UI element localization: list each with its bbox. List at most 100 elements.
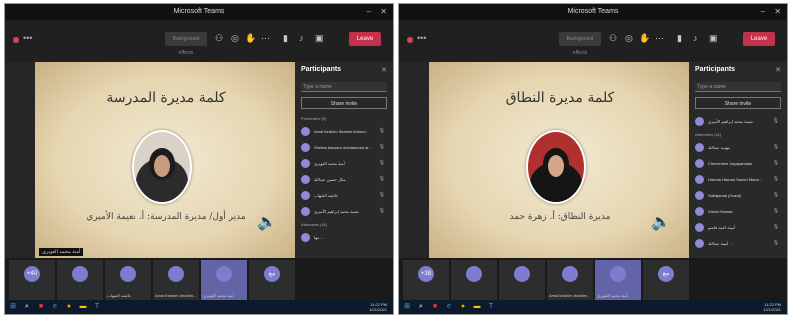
video-strip: +38 Amal Ibrahim Ibrahim... أمنة محمد ال… <box>399 258 787 302</box>
video-tile[interactable]: مع <box>249 260 295 300</box>
tile-name: عائشه الشهاب <box>107 293 132 298</box>
reactions-icon[interactable]: ✋ <box>639 33 650 44</box>
video-tile[interactable]: مع <box>643 260 689 300</box>
participants-panel: Participants ✕ Type a name Share invite … <box>295 62 393 258</box>
background-effects-button[interactable]: Background effects <box>165 32 207 56</box>
participant-row[interactable]: نعيمة محمد إبراهيم الأميري 🎙 <box>301 204 387 220</box>
reactions-icon[interactable]: ✋ <box>245 33 256 44</box>
video-tile[interactable]: عائشه الشهاب <box>105 260 151 300</box>
background-effects-button[interactable]: Background effects <box>559 32 601 56</box>
participants-title: Participants <box>301 66 342 73</box>
participant-row[interactable]: Amal Ibrahim Ibrahim Ahmed... 🎙 <box>301 124 387 140</box>
participant-name: مها ... <box>314 235 324 240</box>
close-panel-icon[interactable]: ✕ <box>775 66 781 74</box>
folder-icon[interactable]: ▬ <box>79 303 87 311</box>
participant-name: أمنة محمد الغويري <box>314 161 345 166</box>
chat-icon[interactable]: ◎ <box>625 33 633 44</box>
participant-row[interactable]: Zahra Hamad 🎙 <box>695 204 781 220</box>
search-icon[interactable]: ⌕ <box>23 303 31 311</box>
camera-icon[interactable]: ▮ <box>283 33 288 44</box>
taskbar: ⊞ ⌕ ■ e ● ▬ T 11:22 PM 1/21/2021 <box>399 300 787 314</box>
mic-icon: 🎙 <box>772 224 779 230</box>
more-icon[interactable]: ⋯ <box>261 33 270 44</box>
leave-button[interactable]: Leave <box>349 32 381 46</box>
mic-icon: 🎙 <box>378 192 385 198</box>
people-icon[interactable]: ⚇ <box>609 33 617 44</box>
participant-row[interactable]: مها ... <box>301 230 387 246</box>
portrait-photo <box>526 130 586 204</box>
video-tile[interactable]: Amal Ibrahim Ibrahim... <box>153 260 199 300</box>
app-icon[interactable]: ■ <box>431 303 439 311</box>
video-tile[interactable]: Amal Ibrahim Ibrahim... <box>547 260 593 300</box>
avatar <box>301 143 310 152</box>
close-icon[interactable]: ✕ <box>774 7 781 16</box>
avatar: مع <box>658 266 674 282</box>
participant-row[interactable]: نعيمة محمد إبراهيم الأميري 🎙 <box>695 114 781 130</box>
edge-icon[interactable]: e <box>51 303 59 311</box>
participant-name: نعيمة محمد إبراهيم الأميري <box>708 119 753 124</box>
participant-row[interactable]: Sabajamal (Guest) 🎙 <box>695 188 781 204</box>
minimize-icon[interactable]: – <box>367 7 371 16</box>
video-tile-active[interactable]: أمنة محمد الغويري <box>595 260 641 300</box>
teams-icon[interactable]: T <box>487 303 495 311</box>
speaker-icon: 🔈 <box>651 214 671 231</box>
video-tile[interactable] <box>499 260 545 300</box>
minimize-icon[interactable]: – <box>761 7 765 16</box>
close-icon[interactable]: ✕ <box>380 7 387 16</box>
edge-icon[interactable]: e <box>445 303 453 311</box>
participant-name: Sabajamal (Guest) <box>708 193 742 198</box>
teams-screenshot-left: Microsoft Teams – ✕ ••• Background effec… <box>4 3 394 315</box>
participants-panel: Participants ✕ Type a name Share invite … <box>689 62 787 258</box>
slide: كلمة مديرة النطاق مديرة النطاق: أ. زهرة … <box>429 62 691 258</box>
chat-icon[interactable]: ◎ <box>231 33 239 44</box>
meeting-toolbar: ••• Background effects ⚇ ◎ ✋ ⋯ ▮ ♪ ▣ Lea… <box>5 20 393 62</box>
participant-row[interactable]: أمينة احمد قاسم 🎙 <box>695 220 781 236</box>
chrome-icon[interactable]: ● <box>459 303 467 311</box>
teams-icon[interactable]: T <box>93 303 101 311</box>
mic-icon[interactable]: ♪ <box>693 33 698 43</box>
avatar <box>695 175 704 184</box>
tile-name: أمنة محمد الغويري <box>203 293 234 298</box>
mic-icon[interactable]: ♪ <box>299 33 304 43</box>
speaker-icon: 🔈 <box>257 214 277 231</box>
participant-row[interactable]: Shefaa bassam mohammad al... 🎙 <box>301 140 387 156</box>
participant-row[interactable]: Hamda Hamad Saeed Moha... 🎙 <box>695 172 781 188</box>
share-invite-button[interactable]: Share invite <box>301 97 387 109</box>
avatar <box>168 266 184 282</box>
participant-row[interactable]: Clementine Jayapandian 🎙 <box>695 156 781 172</box>
slide-title: كلمة مديرة النطاق <box>505 90 615 106</box>
title-bar: Microsoft Teams – ✕ <box>5 4 393 20</box>
camera-icon[interactable]: ▮ <box>677 33 682 44</box>
share-icon[interactable]: ▣ <box>315 33 324 44</box>
meeting-toolbar: ••• Background effects ⚇ ◎ ✋ ⋯ ▮ ♪ ▣ Lea… <box>399 20 787 62</box>
participant-search-input[interactable]: Type a name <box>695 82 781 92</box>
mic-icon: 🎙 <box>772 240 779 246</box>
video-tile[interactable]: +40 <box>9 260 55 300</box>
share-icon[interactable]: ▣ <box>709 33 718 44</box>
participant-row[interactable]: عائشه الشهاب 🎙 <box>301 188 387 204</box>
windows-start-icon[interactable]: ⊞ <box>9 303 17 311</box>
close-panel-icon[interactable]: ✕ <box>381 66 387 74</box>
video-tile[interactable]: +38 <box>403 260 449 300</box>
video-tile[interactable] <box>451 260 497 300</box>
windows-start-icon[interactable]: ⊞ <box>403 303 411 311</box>
participant-name: Amal Ibrahim Ibrahim Ahmed... <box>314 129 369 134</box>
participant-row[interactable]: أمينة عبدالله ... 🎙 <box>695 236 781 252</box>
avatar <box>216 266 232 282</box>
avatar <box>301 127 310 136</box>
app-icon[interactable]: ■ <box>37 303 45 311</box>
share-invite-button[interactable]: Share invite <box>695 97 781 109</box>
folder-icon[interactable]: ▬ <box>473 303 481 311</box>
video-tile[interactable] <box>57 260 103 300</box>
participant-name: أمينة عبدالله ... <box>708 241 733 246</box>
more-icon[interactable]: ⋯ <box>655 33 664 44</box>
video-tile-active[interactable]: أمنة محمد الغويري <box>201 260 247 300</box>
participant-row[interactable]: أمنة محمد الغويري 🎙 <box>301 156 387 172</box>
chrome-icon[interactable]: ● <box>65 303 73 311</box>
search-icon[interactable]: ⌕ <box>417 303 425 311</box>
participant-row[interactable]: مثال حسين عبدالله 🎙 <box>301 172 387 188</box>
participant-search-input[interactable]: Type a name <box>301 82 387 92</box>
people-icon[interactable]: ⚇ <box>215 33 223 44</box>
participant-row[interactable]: مهديه عبدالله 🎙 <box>695 140 781 156</box>
leave-button[interactable]: Leave <box>743 32 775 46</box>
